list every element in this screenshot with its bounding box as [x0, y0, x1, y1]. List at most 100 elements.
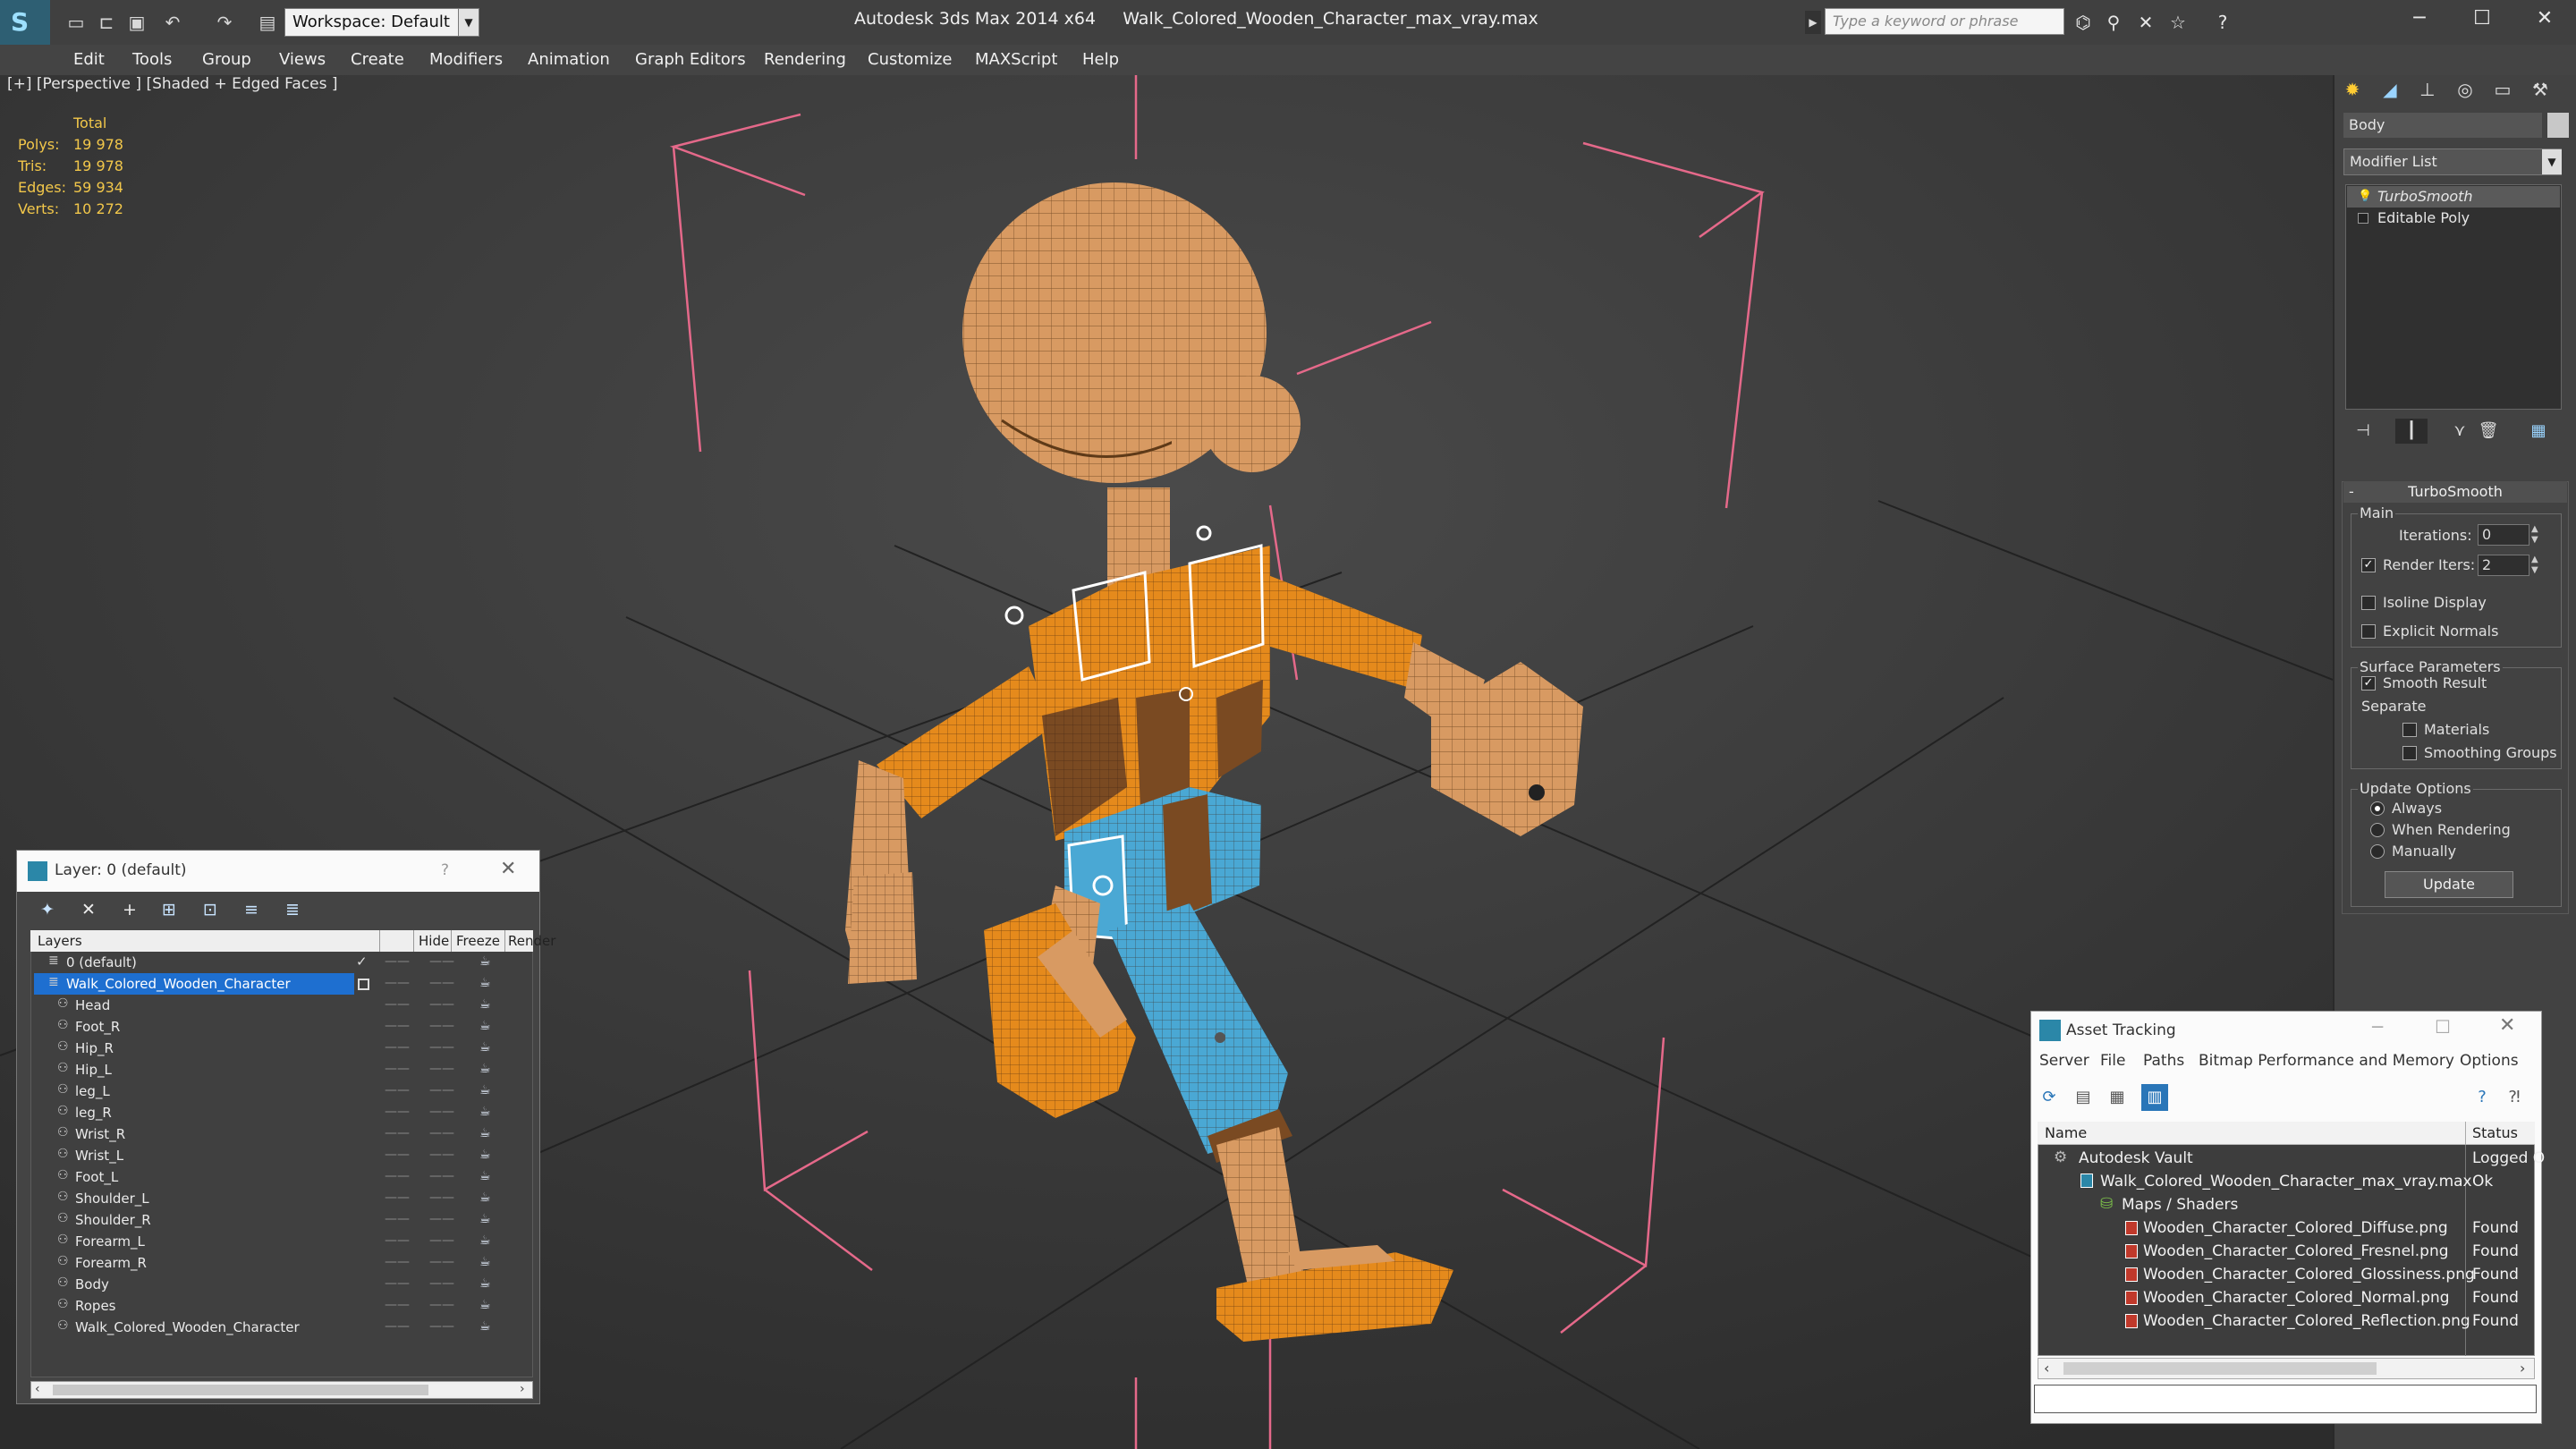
- freeze-toggle[interactable]: ——: [429, 1212, 454, 1226]
- freeze-toggle[interactable]: ——: [429, 1062, 454, 1076]
- save-file-icon[interactable]: ▣: [123, 9, 150, 36]
- render-teapot-icon[interactable]: ☕: [479, 1233, 491, 1248]
- delete-layer-icon[interactable]: ✕: [73, 896, 104, 923]
- render-teapot-icon[interactable]: ☕: [479, 1191, 491, 1205]
- undo-icon[interactable]: ↶: [159, 9, 186, 36]
- modifier-list-dropdown[interactable]: Modifier List: [2343, 148, 2562, 175]
- freeze-toggle[interactable]: ——: [429, 1191, 454, 1205]
- close-button[interactable]: ✕: [2513, 0, 2576, 38]
- render-teapot-icon[interactable]: ☕: [479, 1169, 491, 1183]
- workspace-dropdown[interactable]: Workspace: Default: [284, 8, 479, 37]
- spinner-arrows-icon[interactable]: ▲ ▼: [2531, 524, 2538, 546]
- asset-menu-options[interactable]: Options: [2460, 1052, 2519, 1073]
- render-teapot-icon[interactable]: ☕: [479, 997, 491, 1012]
- scroll-left-icon[interactable]: ‹: [35, 1382, 40, 1396]
- layer-object-row[interactable]: ⚇ Hip_R —— —— ☕: [30, 1038, 533, 1059]
- infocenter-expand-icon[interactable]: ▶: [1805, 11, 1821, 34]
- menu-rendering[interactable]: Rendering: [764, 45, 846, 75]
- hide-toggle[interactable]: ——: [385, 997, 410, 1012]
- motion-tab-icon[interactable]: ◎: [2447, 75, 2483, 104]
- asset-row[interactable]: Walk_Colored_Wooden_Character_max_vray.m…: [2038, 1170, 2535, 1193]
- asset-horizontal-scrollbar[interactable]: ‹ ›: [2038, 1358, 2535, 1379]
- column-hide[interactable]: Hide: [419, 933, 449, 949]
- expand-box-icon[interactable]: [2358, 213, 2368, 224]
- add-to-layer-icon[interactable]: +: [114, 896, 145, 923]
- hide-toggle[interactable]: ——: [385, 1040, 410, 1055]
- render-teapot-icon[interactable]: ☕: [479, 1255, 491, 1269]
- viewport-label[interactable]: [+] [Perspective ] [Shaded + Edged Faces…: [7, 75, 337, 93]
- scroll-right-icon[interactable]: ›: [520, 1382, 525, 1396]
- hierarchy-tab-icon[interactable]: ⊥: [2410, 75, 2445, 104]
- asset-menu-server[interactable]: Server: [2039, 1052, 2089, 1073]
- modify-tab-icon[interactable]: ◢: [2372, 75, 2408, 104]
- render-teapot-icon[interactable]: ☕: [479, 1019, 491, 1033]
- project-folder-icon[interactable]: ▤: [254, 9, 281, 36]
- asset-menu-file[interactable]: File: [2100, 1052, 2125, 1073]
- layer-object-row[interactable]: ⚇ Foot_L —— —— ☕: [30, 1166, 533, 1188]
- display-tab-icon[interactable]: ▭: [2485, 75, 2521, 104]
- binoculars-icon[interactable]: ⌬: [2070, 9, 2097, 36]
- search-input[interactable]: Type a keyword or phrase: [1825, 8, 2064, 35]
- spinner-arrows-icon[interactable]: ▲ ▼: [2531, 555, 2538, 576]
- menu-create[interactable]: Create: [351, 45, 404, 75]
- hide-toggle[interactable]: ——: [385, 1062, 410, 1076]
- freeze-toggle[interactable]: ——: [429, 1105, 454, 1119]
- freeze-toggle[interactable]: ——: [429, 997, 454, 1012]
- freeze-toggle[interactable]: ——: [429, 1298, 454, 1312]
- layer-object-row[interactable]: ⚇ Wrist_R —— —— ☕: [30, 1123, 533, 1145]
- scroll-thumb[interactable]: [2063, 1362, 2377, 1375]
- scroll-right-icon[interactable]: ›: [2520, 1360, 2525, 1377]
- hide-toggle[interactable]: ——: [385, 1319, 410, 1334]
- render-iters-checkbox[interactable]: ✓: [2361, 558, 2376, 572]
- chevron-down-icon[interactable]: ▼: [458, 8, 479, 37]
- freeze-toggle[interactable]: ——: [429, 1169, 454, 1183]
- render-teapot-icon[interactable]: ☕: [479, 1212, 491, 1226]
- freeze-toggle[interactable]: ——: [429, 1233, 454, 1248]
- always-radio[interactable]: [2370, 801, 2385, 816]
- freeze-toggle[interactable]: ——: [429, 954, 454, 969]
- hide-toggle[interactable]: ——: [385, 1298, 410, 1312]
- favorites-star-icon[interactable]: ☆: [2165, 9, 2191, 36]
- lightbulb-icon[interactable]: 💡: [2358, 190, 2372, 203]
- layer-horizontal-scrollbar[interactable]: ‹ ›: [30, 1381, 533, 1399]
- asset-menu-paths[interactable]: Paths: [2143, 1052, 2184, 1073]
- smoothing-groups-checkbox[interactable]: [2402, 746, 2417, 760]
- menu-edit[interactable]: Edit: [73, 45, 105, 75]
- layer-object-row[interactable]: ⚇ leg_L —— —— ☕: [30, 1080, 533, 1102]
- close-button[interactable]: ✕: [2499, 1014, 2515, 1037]
- materials-checkbox[interactable]: [2402, 723, 2417, 737]
- explicit-normals-checkbox[interactable]: [2361, 624, 2376, 639]
- new-file-icon[interactable]: ▭: [63, 9, 89, 36]
- asset-path-field[interactable]: [2034, 1385, 2537, 1413]
- menu-modifiers[interactable]: Modifiers: [429, 45, 503, 75]
- hide-toggle[interactable]: ——: [385, 1191, 410, 1205]
- smooth-result-checkbox[interactable]: ✓: [2361, 676, 2376, 691]
- hide-toggle[interactable]: ——: [385, 1019, 410, 1033]
- pin-stack-icon[interactable]: ⊣: [2347, 419, 2379, 444]
- menu-views[interactable]: Views: [279, 45, 326, 75]
- hide-toggle[interactable]: ——: [385, 1233, 410, 1248]
- manually-radio[interactable]: [2370, 844, 2385, 859]
- menu-customize[interactable]: Customize: [868, 45, 952, 75]
- app-logo-button[interactable]: S: [0, 0, 50, 45]
- asset-row[interactable]: Wooden_Character_Colored_Glossiness.png F…: [2038, 1263, 2535, 1286]
- layer-object-row[interactable]: ⚇ Body —— —— ☕: [30, 1274, 533, 1295]
- menu-maxscript[interactable]: MAXScript: [975, 45, 1057, 75]
- select-highlighted-icon[interactable]: ⊞: [154, 896, 184, 923]
- refresh-icon[interactable]: ⟳: [2036, 1084, 2063, 1111]
- remove-modifier-icon[interactable]: 🗑: [2472, 419, 2504, 444]
- layer-object-row[interactable]: ⚇ Hip_L —— —— ☕: [30, 1059, 533, 1080]
- asset-row[interactable]: Wooden_Character_Colored_Normal.png Found: [2038, 1286, 2535, 1309]
- layer-object-row[interactable]: ⚇ Walk_Colored_Wooden_Character —— —— ☕: [30, 1317, 533, 1338]
- freeze-toggle[interactable]: ——: [429, 1083, 454, 1097]
- render-teapot-icon[interactable]: ☕: [479, 1083, 491, 1097]
- render-teapot-icon[interactable]: ☕: [479, 954, 491, 969]
- hide-toggle[interactable]: ——: [385, 1105, 410, 1119]
- layer-object-row[interactable]: ⚇ Head —— —— ☕: [30, 995, 533, 1016]
- hide-toggle[interactable]: ——: [385, 1083, 410, 1097]
- utilities-tab-icon[interactable]: ⚒: [2522, 75, 2558, 104]
- column-name[interactable]: Name: [2045, 1124, 2087, 1141]
- hide-toggle[interactable]: ——: [385, 1148, 410, 1162]
- menu-tools[interactable]: Tools: [132, 45, 172, 75]
- render-teapot-icon[interactable]: ☕: [479, 1040, 491, 1055]
